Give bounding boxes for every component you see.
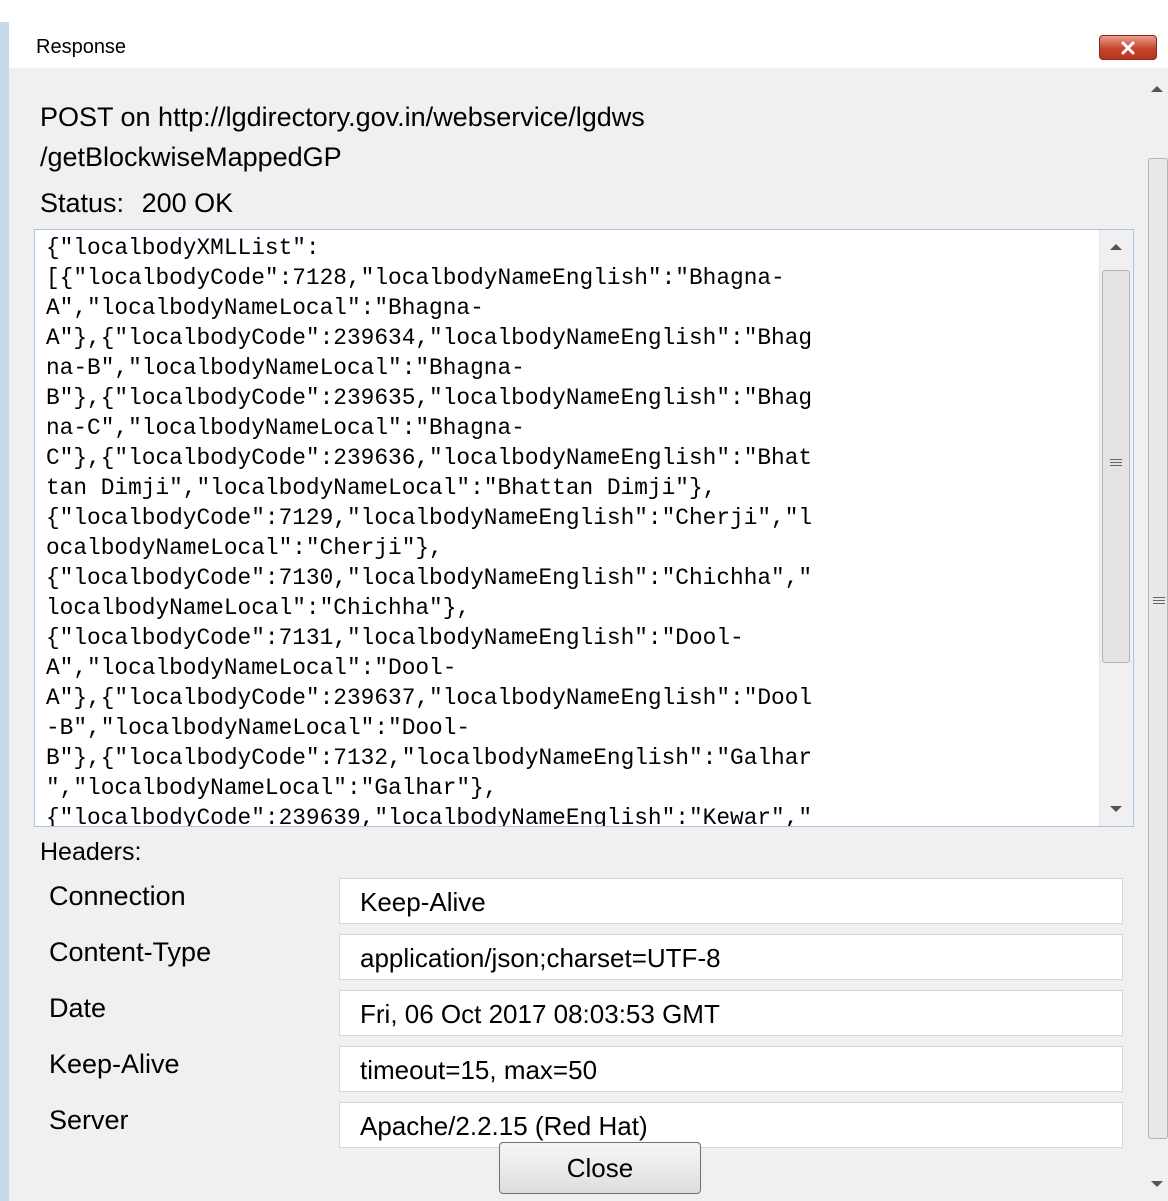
header-name: Content-Type [49,937,212,967]
scroll-down-arrow-icon[interactable] [1151,1181,1163,1187]
response-body-scrollbar[interactable] [1099,230,1133,826]
response-body-scroll-thumb[interactable] [1102,270,1130,663]
title-close-button[interactable] [1099,35,1157,60]
response-dialog: Response POST on http://lgdirectory.gov.… [0,22,1168,1201]
scroll-up-arrow-icon[interactable] [1151,86,1163,92]
headers-label: Headers: [40,838,142,866]
header-name: Connection [49,881,186,911]
status-label: Status: [40,188,125,218]
close-button[interactable]: Close [499,1142,701,1194]
dialog-title: Response [36,36,127,58]
dialog-body: POST on http://lgdirectory.gov.in/webser… [9,68,1168,1201]
header-value-field[interactable]: timeout=15, max=50 [339,1046,1123,1092]
header-name: Date [49,993,107,1023]
grip-icon [1110,457,1122,468]
response-body-textarea[interactable]: {"localbodyXMLList": [{"localbodyCode":7… [34,229,1134,827]
close-icon [1121,41,1135,54]
scroll-up-arrow-icon[interactable] [1110,244,1122,250]
grip-icon [1153,595,1165,606]
scroll-down-arrow-icon[interactable] [1110,806,1122,812]
request-url-line-1: POST on http://lgdirectory.gov.in/webser… [40,102,645,132]
title-bar: Response [9,22,1168,68]
header-value-field[interactable]: application/json;charset=UTF-8 [339,934,1123,980]
dialog-scroll-thumb[interactable] [1148,158,1168,1139]
header-value-field[interactable]: Apache/2.2.15 (Red Hat) [339,1102,1123,1148]
response-body-text: {"localbodyXMLList": [{"localbodyCode":7… [46,235,813,827]
header-name: Keep-Alive [49,1049,180,1079]
header-value-field[interactable]: Keep-Alive [339,878,1123,924]
header-value-field[interactable]: Fri, 06 Oct 2017 08:03:53 GMT [339,990,1123,1036]
request-url-line-2: /getBlockwiseMappedGP [40,142,342,172]
status-value: 200 OK [141,188,234,218]
status-line: Status: 200 OK [40,188,233,219]
header-name: Server [49,1105,129,1135]
dialog-scrollbar[interactable] [1146,72,1168,1201]
